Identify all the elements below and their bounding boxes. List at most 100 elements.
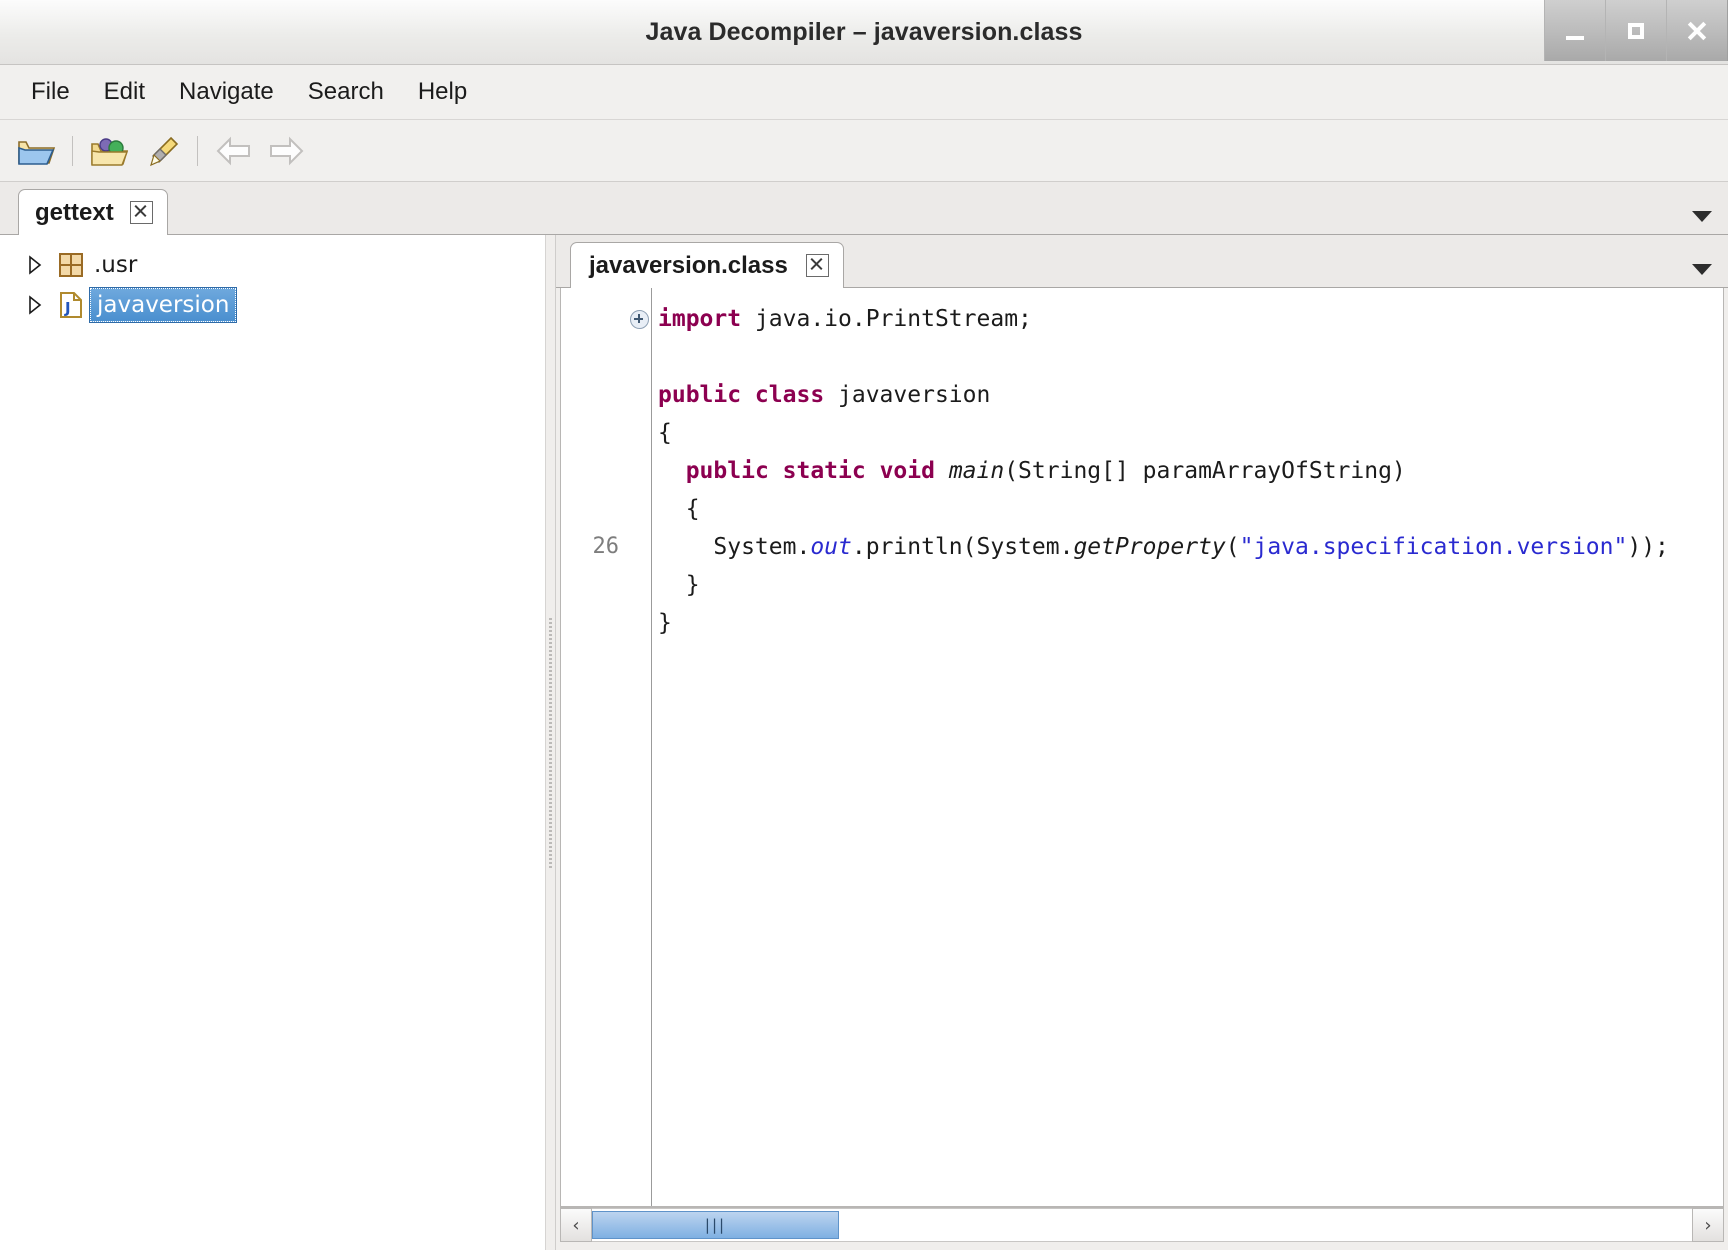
java-class-icon: J (52, 291, 90, 319)
close-icon[interactable] (806, 254, 829, 277)
close-button[interactable] (1666, 0, 1728, 61)
line-number-gutter: 26 (561, 288, 627, 1206)
triangle-right-icon[interactable] (18, 255, 52, 275)
title-bar: Java Decompiler – javaversion.class (0, 0, 1728, 65)
horizontal-scrollbar[interactable]: ‹ ||| › (560, 1207, 1724, 1242)
line-number (561, 452, 627, 490)
forward-arrow-icon (266, 135, 306, 167)
code-line: public class javaversion (658, 376, 1723, 414)
code-token (658, 458, 686, 484)
editor-tab-label: javaversion.class (589, 252, 788, 280)
fold-gutter[interactable] (627, 288, 651, 1206)
code-line: } (658, 566, 1723, 604)
menu-item-navigate[interactable]: Navigate (162, 74, 291, 110)
code-line: import java.io.PrintStream; (658, 300, 1723, 338)
tree-item-usr[interactable]: .usr (0, 245, 545, 285)
code-token: main (949, 458, 1004, 484)
line-number (561, 490, 627, 528)
chevron-down-icon[interactable] (1692, 264, 1712, 275)
code-token: public class (658, 382, 824, 408)
toolbar-separator-1 (72, 136, 73, 166)
code-text[interactable]: import java.io.PrintStream; public class … (651, 288, 1723, 1206)
tree-item-label: javaversion (90, 288, 236, 322)
save-all-button[interactable] (135, 128, 187, 174)
open-type-button[interactable] (83, 128, 135, 174)
line-number (561, 338, 627, 376)
close-icon (1686, 20, 1708, 42)
toolbar-separator-2 (197, 136, 198, 166)
back-button[interactable] (208, 128, 260, 174)
back-arrow-icon (214, 135, 254, 167)
pane-splitter[interactable] (546, 235, 556, 1250)
code-token: import (658, 306, 741, 332)
fold-marker-row[interactable] (627, 300, 651, 338)
project-tab-label: gettext (35, 199, 114, 227)
code-token: getProperty (1073, 534, 1225, 560)
window-title: Java Decompiler – javaversion.class (645, 18, 1082, 47)
close-icon[interactable] (130, 201, 153, 224)
triangle-right-icon[interactable] (18, 295, 52, 315)
open-type-icon (89, 134, 129, 168)
code-token: "java.specification.version" (1240, 534, 1628, 560)
line-number (561, 604, 627, 642)
open-folder-icon (16, 134, 56, 168)
project-tab-strip: gettext (0, 182, 1728, 235)
chevron-down-icon[interactable] (1692, 211, 1712, 222)
code-line: { (658, 490, 1723, 528)
code-viewer[interactable]: 26 import java.io.PrintStream; public cla… (560, 288, 1724, 1207)
code-token: (String[] paramArrayOfString) (1004, 458, 1406, 484)
tree-item-label: .usr (90, 252, 141, 278)
java-decompiler-window: Java Decompiler – javaversion.class File… (0, 0, 1728, 1250)
forward-button[interactable] (260, 128, 312, 174)
tree-item-javaversion[interactable]: J javaversion (0, 285, 545, 325)
status-bar (556, 1242, 1728, 1250)
save-all-icon (141, 134, 181, 168)
menu-bar: File Edit Navigate Search Help (0, 65, 1728, 120)
maximize-button[interactable] (1605, 0, 1666, 61)
editor-pane: javaversion.class 26 import java.io.Prin… (556, 235, 1728, 1250)
scrollbar-thumb[interactable]: ||| (592, 1211, 839, 1239)
code-token: .println(System. (852, 534, 1074, 560)
open-folder-button[interactable] (10, 128, 62, 174)
editor-tab-javaversion-class[interactable]: javaversion.class (570, 242, 844, 288)
code-token: )); (1627, 534, 1669, 560)
line-number (561, 566, 627, 604)
package-icon (52, 252, 90, 278)
chevron-left-icon[interactable]: ‹ (560, 1208, 592, 1242)
menu-item-file[interactable]: File (14, 74, 87, 110)
toolbar (0, 120, 1728, 182)
menu-item-help[interactable]: Help (401, 74, 484, 110)
code-line (658, 338, 1723, 376)
minimize-icon (1566, 36, 1584, 40)
main-body: .usr J javaversion (0, 235, 1728, 1250)
chevron-right-icon[interactable]: › (1692, 1208, 1724, 1242)
editor-tab-strip: javaversion.class (556, 235, 1728, 288)
line-number: 26 (561, 528, 627, 566)
code-token: { (658, 420, 672, 446)
scrollbar-track[interactable]: ||| (592, 1208, 1692, 1242)
code-token: ( (1226, 534, 1240, 560)
line-number (561, 376, 627, 414)
menu-item-search[interactable]: Search (291, 74, 401, 110)
minimize-button[interactable] (1544, 0, 1605, 61)
code-token: } (658, 610, 672, 636)
code-token: javaversion (824, 382, 990, 408)
code-line: System.out.println(System.getProperty("j… (658, 528, 1723, 566)
code-token: { (658, 496, 700, 522)
code-token: } (658, 572, 700, 598)
splitter-grip[interactable] (549, 618, 552, 868)
plus-circle-icon[interactable] (630, 310, 649, 329)
window-controls (1544, 0, 1728, 61)
menu-item-edit[interactable]: Edit (87, 74, 162, 110)
code-line: { (658, 414, 1723, 452)
code-token: java.io.PrintStream; (741, 306, 1032, 332)
code-token: public static void (686, 458, 935, 484)
code-line: public static void main(String[] paramAr… (658, 452, 1723, 490)
line-number (561, 300, 627, 338)
line-number (561, 414, 627, 452)
project-tab-gettext[interactable]: gettext (18, 189, 168, 235)
code-token: out (810, 534, 852, 560)
code-token (935, 458, 949, 484)
project-tree-pane: .usr J javaversion (0, 235, 546, 1250)
maximize-icon (1628, 23, 1644, 39)
